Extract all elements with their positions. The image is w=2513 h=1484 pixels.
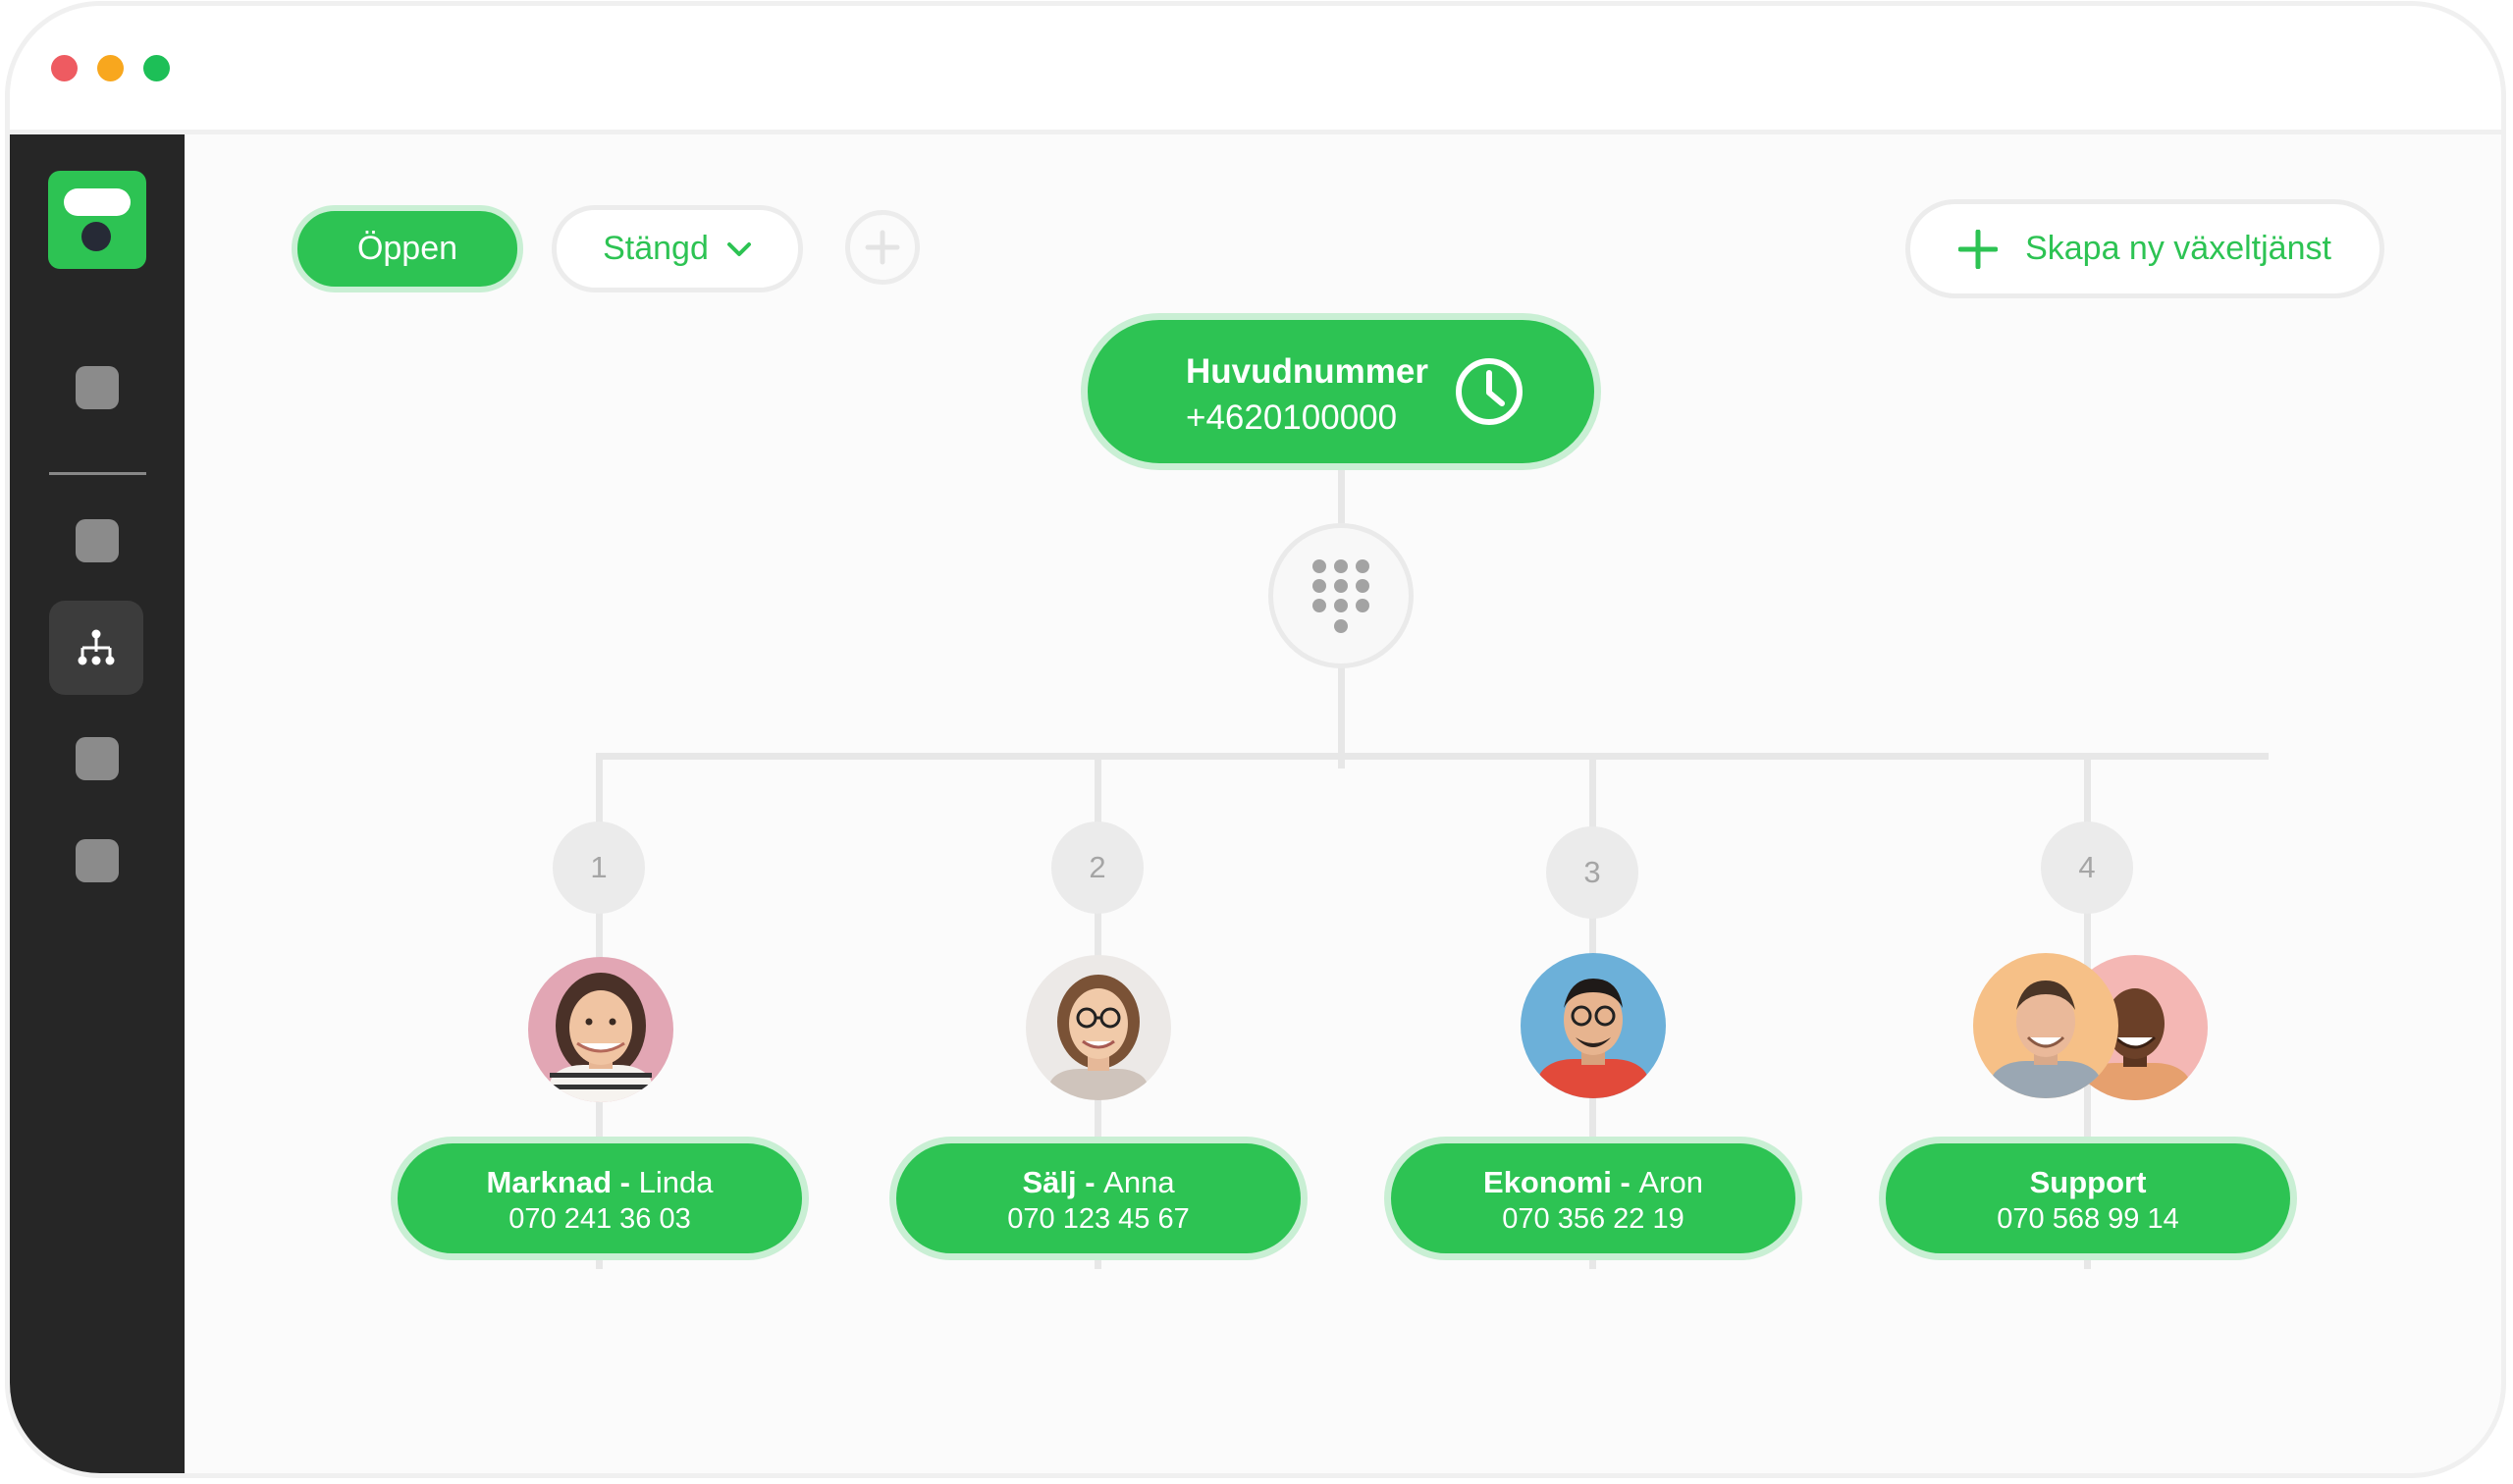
avatar-anna: [1026, 955, 1171, 1100]
app-window: Öppen Stängd Skapa ny växeltjänst Huvudn…: [10, 6, 2501, 1473]
department-name: Sälj: [1022, 1165, 1077, 1199]
department-node-marknad[interactable]: Marknad - Linda 070 241 36 03: [391, 1137, 809, 1260]
closed-hours-tab[interactable]: Stängd: [552, 205, 803, 292]
department-phone: 070 568 99 14: [1997, 1203, 2179, 1235]
main-number-node[interactable]: Huvudnummer +4620100000: [1081, 313, 1601, 470]
department-phone: 070 123 45 67: [1007, 1203, 1190, 1235]
menu-option-4: 4: [2041, 822, 2133, 914]
department-name: Support: [2029, 1165, 2147, 1199]
minimize-window-button[interactable]: [97, 55, 124, 81]
plus-circle-icon[interactable]: [845, 210, 920, 285]
main-number-label: Huvudnummer: [1186, 352, 1428, 391]
avatar-linda: [528, 957, 673, 1102]
department-name: Ekonomi: [1483, 1165, 1612, 1199]
sidebar-item-4[interactable]: [76, 839, 119, 882]
department-separator: -: [1076, 1165, 1104, 1199]
menu-option-3: 3: [1546, 826, 1638, 919]
org-chart-icon: [78, 629, 115, 665]
menu-option-1: 1: [553, 822, 645, 914]
create-new-service-label: Skapa ny växeltjänst: [2025, 230, 2331, 267]
maximize-window-button[interactable]: [143, 55, 170, 81]
title-bar: [10, 6, 2501, 134]
sidebar: [10, 134, 185, 1473]
switchboard-canvas: Öppen Stängd Skapa ny växeltjänst Huvudn…: [185, 134, 2501, 1473]
department-node-support[interactable]: Support 070 568 99 14: [1879, 1137, 2297, 1260]
sidebar-divider: [49, 472, 146, 475]
connector-line: [596, 753, 2269, 760]
app-logo[interactable]: [48, 171, 146, 269]
clock-icon[interactable]: [1453, 355, 1525, 428]
avatar-aron: [1521, 953, 1666, 1098]
department-phone: 070 356 22 19: [1502, 1203, 1684, 1235]
create-new-service-button[interactable]: Skapa ny växeltjänst: [1905, 199, 2384, 298]
department-node-ekonomi[interactable]: Ekonomi - Aron 070 356 22 19: [1384, 1137, 1802, 1260]
sidebar-item-1[interactable]: [76, 366, 119, 409]
department-phone: 070 241 36 03: [508, 1203, 691, 1235]
ivr-menu-node[interactable]: [1268, 523, 1414, 668]
closed-hours-label: Stängd: [603, 230, 709, 267]
chevron-down-icon: [726, 241, 751, 256]
department-separator: -: [1611, 1165, 1639, 1199]
sidebar-item-switchboard[interactable]: [49, 601, 143, 695]
department-node-salj[interactable]: Sälj - Anna 070 123 45 67: [889, 1137, 1308, 1260]
dialpad-icon: [1312, 559, 1369, 633]
department-person: Linda: [638, 1165, 714, 1199]
connector-line: [1338, 470, 1345, 525]
department-separator: -: [612, 1165, 639, 1199]
department-person: Aron: [1638, 1165, 1703, 1199]
open-hours-label: Öppen: [356, 230, 458, 267]
menu-option-2: 2: [1051, 822, 1144, 914]
main-number-value: +4620100000: [1186, 398, 1398, 437]
open-hours-tab[interactable]: Öppen: [292, 205, 523, 292]
department-name: Marknad: [486, 1165, 613, 1199]
close-window-button[interactable]: [51, 55, 78, 81]
sidebar-item-3[interactable]: [76, 737, 119, 780]
avatar-support-1: [1973, 953, 2118, 1098]
sidebar-item-2[interactable]: [76, 519, 119, 562]
department-person: Anna: [1103, 1165, 1175, 1199]
plus-icon: [1958, 229, 1999, 269]
